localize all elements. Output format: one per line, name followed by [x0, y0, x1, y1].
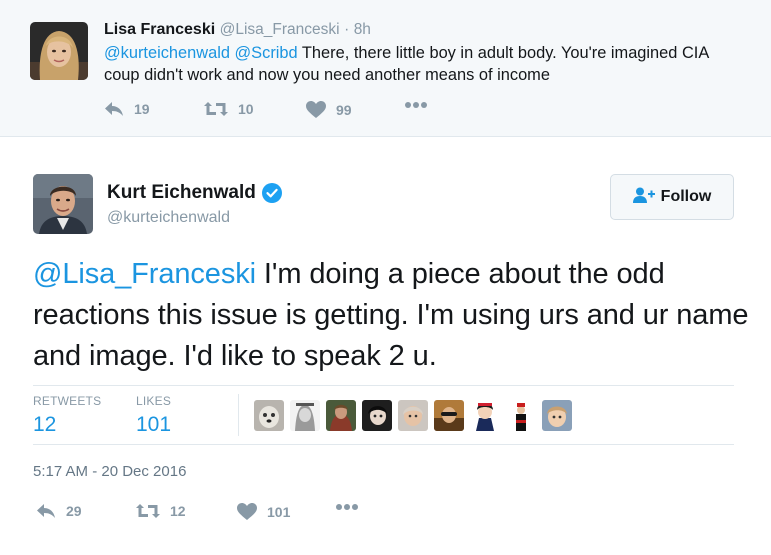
- like-count: 99: [336, 102, 352, 118]
- parent-tweet[interactable]: Lisa Franceski @Lisa_Franceski · 8h @kur…: [0, 0, 771, 137]
- liker-avatar[interactable]: [398, 400, 428, 431]
- follow-button-label: Follow: [660, 188, 712, 205]
- verified-badge-icon: [256, 183, 282, 203]
- header-separator: ·: [344, 21, 350, 38]
- parent-tweet-header: Lisa Franceski @Lisa_Franceski · 8h: [104, 21, 371, 39]
- liker-avatar[interactable]: [290, 400, 320, 431]
- reply-count: 19: [134, 101, 150, 117]
- avatar-kurt-eichenwald[interactable]: [33, 174, 93, 234]
- likes-stat[interactable]: LIKES 101: [136, 394, 171, 437]
- liker-avatar[interactable]: [326, 400, 356, 431]
- add-person-icon: [632, 187, 661, 208]
- liker-avatar[interactable]: [362, 400, 392, 431]
- main-author-name[interactable]: Kurt Eichenwald: [107, 182, 256, 204]
- retweet-button[interactable]: 10: [204, 101, 254, 117]
- reply-button[interactable]: 29: [36, 503, 82, 519]
- retweets-stat[interactable]: RETWEETS 12: [33, 394, 101, 437]
- like-button[interactable]: 99: [306, 101, 352, 119]
- like-button[interactable]: 101: [237, 503, 290, 521]
- tweet-timestamp[interactable]: 5:17 AM - 20 Dec 2016: [33, 463, 186, 480]
- parent-author-handle[interactable]: @Lisa_Franceski: [220, 21, 340, 38]
- mention-link[interactable]: @kurteichenwald: [104, 44, 230, 62]
- main-tweet-text: @Lisa_Franceski I'm doing a piece about …: [33, 254, 753, 377]
- reply-icon: [36, 503, 56, 519]
- retweets-value: 12: [33, 413, 57, 436]
- retweet-button[interactable]: 12: [136, 503, 186, 519]
- liker-avatar[interactable]: [434, 400, 464, 431]
- liker-avatar[interactable]: [254, 400, 284, 431]
- main-author-handle[interactable]: @kurteichenwald: [107, 209, 230, 227]
- more-dots-icon: [404, 101, 428, 109]
- likes-value: 101: [136, 413, 172, 436]
- divider: [33, 385, 734, 386]
- more-dots-icon: [335, 503, 359, 511]
- retweet-icon: [136, 503, 160, 519]
- liker-avatar[interactable]: [542, 400, 572, 431]
- retweet-count: 10: [238, 101, 254, 117]
- more-button[interactable]: [335, 503, 359, 511]
- reply-count: 29: [66, 503, 82, 519]
- more-button[interactable]: [404, 101, 428, 109]
- parent-tweet-time[interactable]: 8h: [354, 21, 371, 38]
- main-author-name-row: Kurt Eichenwald: [107, 182, 282, 204]
- stat-separator: [238, 394, 239, 436]
- follow-button[interactable]: Follow: [610, 174, 734, 220]
- divider: [33, 444, 734, 445]
- parent-author-name[interactable]: Lisa Franceski: [104, 21, 215, 38]
- liker-avatar[interactable]: [470, 400, 500, 431]
- retweet-count: 12: [170, 503, 186, 519]
- retweet-icon: [204, 101, 228, 117]
- avatar-lisa-franceski[interactable]: [30, 22, 88, 80]
- retweets-label: RETWEETS: [33, 394, 102, 408]
- mention-link[interactable]: @Lisa_Franceski: [33, 258, 256, 290]
- liker-avatar[interactable]: [506, 400, 536, 431]
- likes-label: LIKES: [136, 394, 172, 408]
- heart-icon: [237, 503, 257, 521]
- reply-icon: [104, 101, 124, 117]
- heart-icon: [306, 101, 326, 119]
- mention-link[interactable]: @Scribd: [235, 44, 298, 62]
- like-count: 101: [267, 504, 291, 520]
- parent-tweet-text: @kurteichenwald @Scribd There, there lit…: [104, 42, 744, 86]
- reply-button[interactable]: 19: [104, 101, 150, 117]
